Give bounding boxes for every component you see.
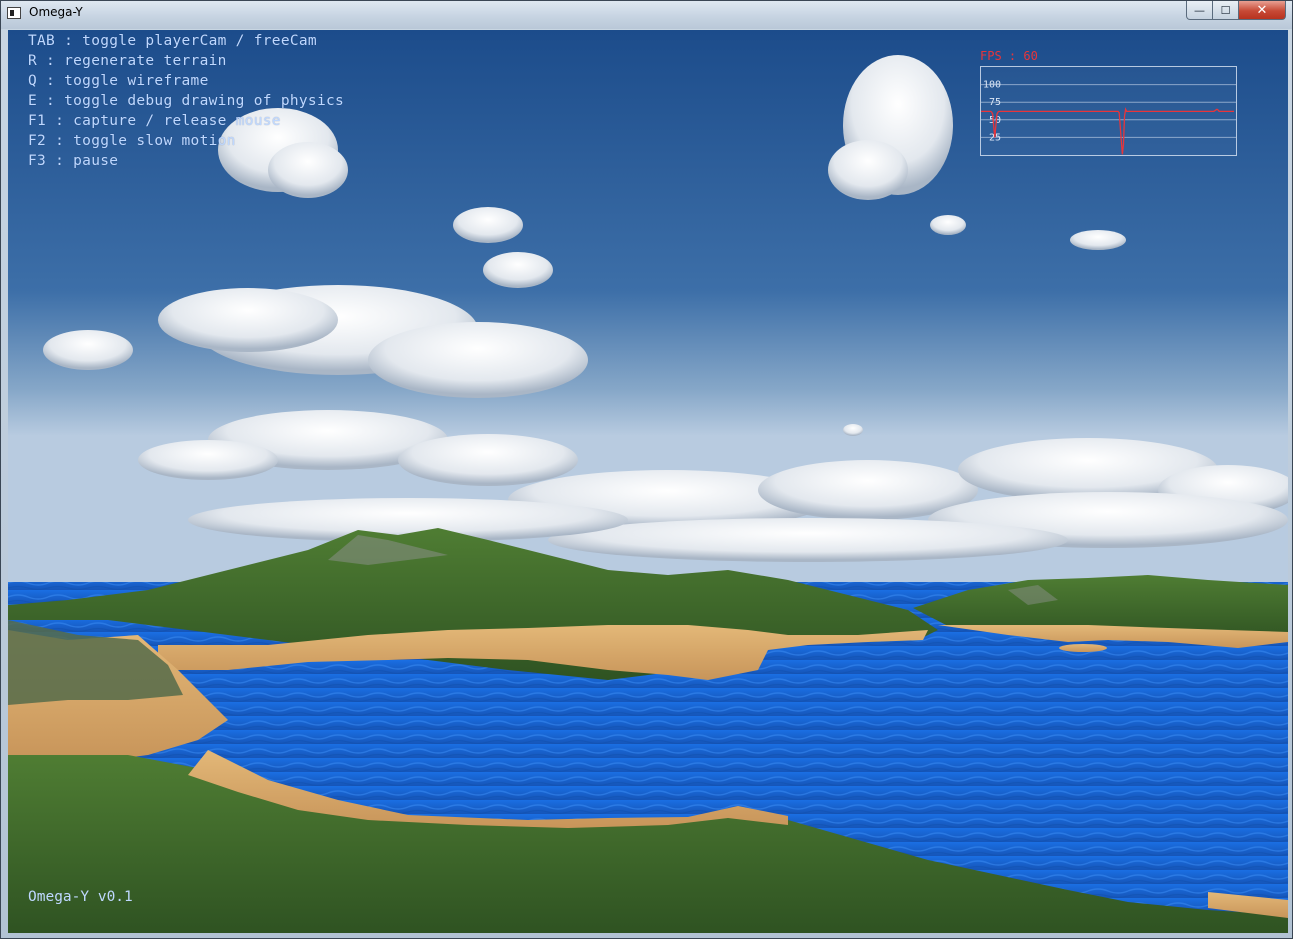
controls-help: TAB : toggle playerCam / freeCam R : reg… xyxy=(28,31,344,171)
help-line: R : regenerate terrain xyxy=(28,53,227,69)
help-line: F1 : capture / release mouse xyxy=(28,113,281,129)
fps-series-line xyxy=(981,107,1234,155)
app-icon[interactable] xyxy=(7,7,21,19)
fps-graph-panel: 100 75 50 25 xyxy=(980,66,1237,156)
fps-tick-label: 75 xyxy=(989,97,1001,108)
close-button[interactable]: ✕ xyxy=(1239,1,1286,20)
sandbar xyxy=(1059,644,1107,652)
minimize-button[interactable]: — xyxy=(1186,1,1213,20)
app-window: Omega-Y — ☐ ✕ TAB: toggle playerCam / f… xyxy=(0,0,1293,939)
maximize-button[interactable]: ☐ xyxy=(1213,1,1239,20)
help-line: E : toggle debug drawing of physics xyxy=(28,93,345,109)
help-line: Q : toggle wireframe xyxy=(28,73,209,89)
fps-tick-label: 50 xyxy=(989,115,1001,126)
help-line: TAB : toggle playerCam / freeCam xyxy=(28,33,317,49)
title-bar[interactable]: Omega-Y — ☐ ✕ xyxy=(1,1,1292,29)
game-viewport[interactable]: TAB : toggle playerCam / freeCam R : reg… xyxy=(8,30,1288,933)
help-line: F3 : pause xyxy=(28,153,119,169)
version-label: Omega-Y v0.1 xyxy=(28,889,133,905)
window-controls: — ☐ ✕ xyxy=(1186,1,1286,21)
help-line: F2 : toggle slow motion xyxy=(28,133,236,149)
fps-graph: 100755025 xyxy=(981,80,1236,155)
fps-tick-label: 100 xyxy=(983,80,1001,91)
fps-counter: FPS : 60 xyxy=(980,49,1038,63)
window-title: Omega-Y xyxy=(29,5,83,19)
